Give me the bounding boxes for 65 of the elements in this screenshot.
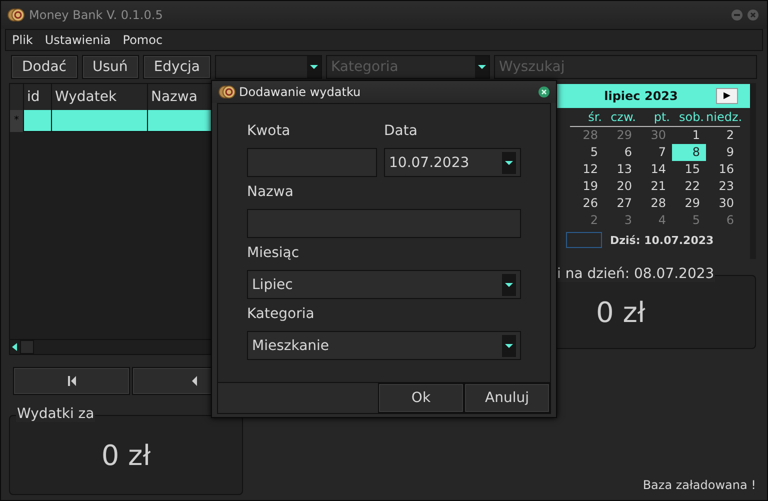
calendar-day[interactable]: 2 [570, 212, 604, 229]
menu-item[interactable]: Plik [12, 33, 33, 47]
status-text: Baza załadowana ! [642, 478, 756, 492]
calendar-day[interactable]: 20 [604, 178, 638, 195]
calendar-day[interactable]: 29 [604, 127, 638, 144]
balance-amount: 0 zł [596, 296, 646, 328]
calendar-month: lipiec 2023 [603, 89, 679, 103]
dialog-button[interactable]: Ok [378, 383, 464, 413]
field-label: Data [384, 122, 418, 141]
field-label: Nazwa [247, 183, 294, 202]
calendar-day[interactable]: 28 [638, 195, 672, 212]
calendar-day[interactable]: 6 [706, 212, 740, 229]
expenses-legend: Wydatki za [16, 406, 96, 422]
calendar-day[interactable]: 7 [638, 144, 672, 161]
calendar-day[interactable]: 8 [672, 144, 706, 161]
calendar-day[interactable]: 15 [672, 161, 706, 178]
calendar-day[interactable]: 4 [638, 212, 672, 229]
calendar-day[interactable]: 14 [638, 161, 672, 178]
date-picker[interactable]: 10.07.2023 [384, 148, 521, 177]
calendar-day[interactable]: 21 [638, 178, 672, 195]
column-header[interactable]: id [24, 84, 52, 111]
weekday-label: pt. [638, 108, 672, 127]
toolbar-button[interactable]: Edycja [142, 55, 211, 79]
calendar-day[interactable]: 13 [604, 161, 638, 178]
toolbar-button[interactable]: Usuń [82, 55, 139, 79]
calendar-day[interactable]: 5 [570, 144, 604, 161]
calendar-day[interactable]: 29 [672, 195, 706, 212]
menu-item[interactable]: Pomoc [122, 33, 163, 47]
field-label: Kategoria [247, 305, 316, 324]
dropdown[interactable]: Lipiec [247, 270, 521, 299]
new-row-marker: * [10, 110, 24, 132]
toolbar-button[interactable]: Dodać [11, 55, 78, 79]
weekday-label: sob. [672, 108, 706, 127]
weekday-label: czw. [604, 108, 638, 127]
calendar-day[interactable]: 5 [672, 212, 706, 229]
calendar-day[interactable]: 23 [706, 178, 740, 195]
calendar-day[interactable]: 9 [706, 144, 740, 161]
calendar-day[interactable]: 2 [706, 127, 740, 144]
calendar-day[interactable]: 30 [706, 195, 740, 212]
calendar-day[interactable]: 19 [570, 178, 604, 195]
column-header[interactable]: Nazwa [148, 84, 214, 111]
dialog-button[interactable]: Anuluj [464, 383, 550, 413]
calendar-day[interactable]: 16 [706, 161, 740, 178]
calendar-day[interactable]: 6 [604, 144, 638, 161]
calendar-day[interactable]: 28 [570, 127, 604, 144]
calendar-day[interactable]: 12 [570, 161, 604, 178]
next-month-button[interactable]: ▶ [716, 88, 738, 104]
window-title: Money Bank V. 0.1.0.5 [29, 8, 163, 22]
calendar-day[interactable]: 1 [672, 127, 706, 144]
balance-legend: i na dzień: 08.07.2023 [556, 266, 716, 282]
field-label: Kwota [247, 122, 292, 141]
weekday-label: śr. [570, 108, 604, 127]
today-link[interactable]: Dziś: 10.07.2023 [610, 234, 714, 246]
column-header[interactable]: Wydatek [52, 84, 148, 111]
calendar-day[interactable]: 27 [604, 195, 638, 212]
calendar-day[interactable]: 22 [672, 178, 706, 195]
menu-item[interactable]: Ustawienia [44, 33, 111, 47]
field-label: Miesiąc [247, 244, 300, 263]
calendar-day[interactable]: 26 [570, 195, 604, 212]
dialog-title: Dodawanie wydatku [239, 85, 362, 99]
calendar-day[interactable]: 3 [604, 212, 638, 229]
calendar-day[interactable]: 30 [638, 127, 672, 144]
weekday-label: niedz. [706, 108, 740, 127]
expenses-amount: 0 zł [101, 438, 151, 472]
dropdown[interactable]: Mieszkanie [247, 331, 521, 360]
